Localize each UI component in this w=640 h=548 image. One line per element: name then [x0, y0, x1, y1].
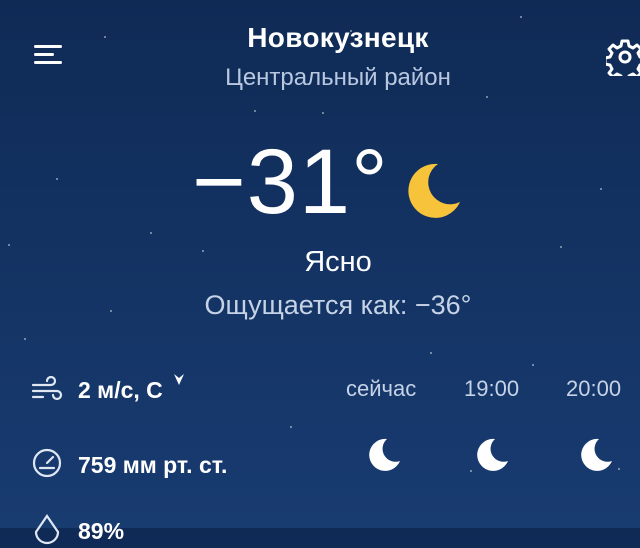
city-name[interactable]: Новокузнецк — [0, 22, 640, 54]
district-name[interactable]: Центральный район — [0, 64, 640, 92]
pressure-value: 759 мм рт. ст. — [78, 452, 228, 478]
humidity-value: 89% — [78, 518, 125, 544]
hour-label-19[interactable]: 19:00 — [464, 376, 519, 402]
wind-value: 2 м/с, С — [78, 377, 163, 403]
hour-label-now[interactable]: сейчас — [346, 376, 416, 402]
gear-icon — [603, 39, 640, 83]
arrow-down-icon — [174, 374, 184, 385]
moon-icon — [408, 163, 460, 218]
moon-icon — [477, 438, 508, 471]
hour-label-20[interactable]: 20:00 — [566, 376, 621, 402]
wind-icon — [31, 375, 63, 401]
moon-icon — [581, 438, 612, 471]
feels-like: Ощущается как: −36° — [204, 290, 472, 320]
pressure-gauge-icon — [32, 448, 62, 478]
weather-condition: Ясно — [304, 246, 372, 278]
moon-icon — [369, 438, 400, 471]
humidity-icon — [34, 514, 60, 545]
settings-button[interactable] — [603, 38, 640, 83]
current-temperature: −31° — [192, 131, 389, 233]
